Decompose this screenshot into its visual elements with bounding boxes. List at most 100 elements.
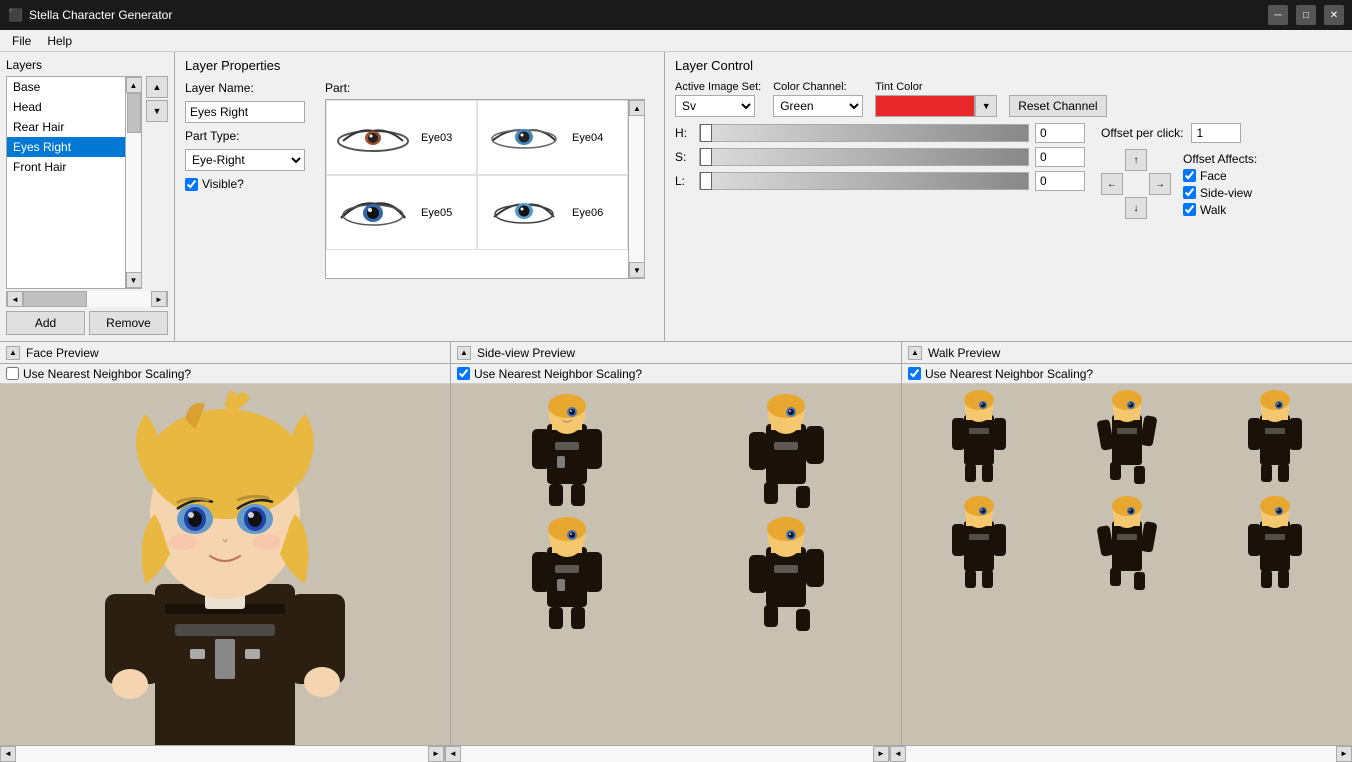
visible-label: Visible? (202, 177, 244, 191)
part-eye05-label: Eye05 (421, 207, 452, 219)
menu-file[interactable]: File (4, 32, 39, 50)
face-preview-scroll-up[interactable]: ▲ (6, 346, 20, 360)
side-sprite-4 (746, 517, 826, 632)
part-eye06[interactable]: Eye06 (477, 175, 628, 250)
layers-move-buttons: ▲ ▼ (146, 76, 168, 289)
part-eye05[interactable]: Eye05 (326, 175, 477, 250)
part-eye03-label: Eye03 (421, 132, 452, 144)
face-hscroll-right[interactable]: ► (428, 746, 444, 762)
affects-walk-checkbox[interactable] (1183, 203, 1196, 216)
layer-item-base[interactable]: Base (7, 77, 125, 97)
layers-hscroll-thumb[interactable] (23, 291, 87, 307)
side-sprite-2 (746, 394, 826, 509)
affects-sideview-row: Side-view (1183, 186, 1257, 200)
affects-walk-row: Walk (1183, 203, 1257, 217)
active-image-set-label: Active Image Set: (675, 81, 761, 93)
tint-color-box[interactable] (875, 95, 975, 117)
nav-right-button[interactable]: → (1149, 173, 1171, 195)
control-top-row: Active Image Set: Sv Face Walk Color Cha… (675, 81, 1342, 117)
tint-color-label: Tint Color (875, 81, 997, 93)
layer-item-front-hair[interactable]: Front Hair (7, 157, 125, 177)
add-layer-button[interactable]: Add (6, 311, 85, 335)
walk-hscroll-track (906, 746, 1336, 762)
minimize-button[interactable]: ─ (1268, 5, 1288, 25)
parts-scroll-up[interactable]: ▲ (629, 100, 645, 116)
remove-layer-button[interactable]: Remove (89, 311, 168, 335)
walk-hscroll-right[interactable]: ► (1336, 746, 1352, 762)
offset-input[interactable] (1191, 123, 1241, 143)
l-slider[interactable] (699, 172, 1029, 190)
walk-nn-checkbox[interactable] (908, 367, 921, 380)
h-slider[interactable] (699, 124, 1029, 142)
side-preview-section: ▲ Side-view Preview Use Nearest Neighbor… (451, 342, 902, 745)
layer-name-input-row (185, 101, 305, 123)
side-hscroll-left[interactable]: ◄ (445, 746, 461, 762)
side-hscroll: ◄ ► (445, 745, 890, 761)
layers-hscroll-right[interactable]: ► (151, 291, 167, 307)
face-preview-header-left: ▲ Face Preview (6, 346, 99, 360)
nav-left-button[interactable]: ← (1101, 173, 1123, 195)
layer-move-down[interactable]: ▼ (146, 100, 168, 122)
parts-scroll-down[interactable]: ▼ (629, 262, 645, 278)
face-hscroll-left[interactable]: ◄ (0, 746, 16, 762)
side-hscroll-track (461, 746, 873, 762)
walk-preview-section: ▲ Walk Preview Use Nearest Neighbor Scal… (902, 342, 1352, 745)
color-channel-label: Color Channel: (773, 81, 863, 93)
side-sprite-3 (527, 517, 607, 632)
l-value[interactable] (1035, 171, 1085, 191)
side-hscroll-right[interactable]: ► (873, 746, 889, 762)
layer-item-rear-hair[interactable]: Rear Hair (7, 117, 125, 137)
layers-hscroll-left[interactable]: ◄ (7, 291, 23, 307)
walk-sprite-3 (1245, 390, 1305, 490)
affects-face-checkbox[interactable] (1183, 169, 1196, 182)
nav-up-button[interactable]: ↑ (1125, 149, 1147, 171)
layer-move-up[interactable]: ▲ (146, 76, 168, 98)
menu-help[interactable]: Help (39, 32, 80, 50)
face-nn-row: Use Nearest Neighbor Scaling? (0, 364, 450, 384)
affects-walk-label: Walk (1200, 203, 1226, 217)
tint-dropdown-button[interactable]: ▼ (975, 95, 997, 117)
part-eye04[interactable]: Eye04 (477, 100, 628, 175)
walk-hscroll-left[interactable]: ◄ (890, 746, 906, 762)
s-slider[interactable] (699, 148, 1029, 166)
hsl-section: H: S: L: (675, 123, 1085, 219)
parts-grid: Eye03 (326, 100, 644, 250)
part-eye06-img (484, 193, 564, 233)
layers-scroll-thumb[interactable] (127, 93, 141, 133)
s-value[interactable] (1035, 147, 1085, 167)
layer-item-eyes-right[interactable]: Eyes Right (7, 137, 125, 157)
h-value[interactable] (1035, 123, 1085, 143)
visible-checkbox[interactable] (185, 178, 198, 191)
nav-down-button[interactable]: ↓ (1125, 197, 1147, 219)
walk-nn-row: Use Nearest Neighbor Scaling? (902, 364, 1352, 384)
affects-face-label: Face (1200, 169, 1227, 183)
affects-sideview-checkbox[interactable] (1183, 186, 1196, 199)
active-image-set-select[interactable]: Sv Face Walk (675, 95, 755, 117)
tint-color-group: Tint Color ▼ (875, 81, 997, 117)
side-nn-checkbox[interactable] (457, 367, 470, 380)
layer-control-title: Layer Control (675, 58, 1342, 73)
reset-channel-button[interactable]: Reset Channel (1009, 95, 1106, 117)
maximize-button[interactable]: □ (1296, 5, 1316, 25)
layer-name-label: Layer Name: (185, 81, 265, 95)
color-channel-select[interactable]: Green Red Blue (773, 95, 863, 117)
side-preview-scroll-up[interactable]: ▲ (457, 346, 471, 360)
layer-item-head[interactable]: Head (7, 97, 125, 117)
side-nn-row: Use Nearest Neighbor Scaling? (451, 364, 901, 384)
layer-name-input[interactable] (185, 101, 305, 123)
hsl-nav-row: H: S: L: (675, 123, 1342, 219)
l-label: L: (675, 174, 693, 188)
side-preview-title: Side-view Preview (477, 346, 575, 360)
layers-hscroll-track (23, 291, 151, 307)
layers-scroll-down[interactable]: ▼ (126, 272, 142, 288)
walk-preview-scroll-up[interactable]: ▲ (908, 346, 922, 360)
titlebar: ⬛ Stella Character Generator ─ □ ✕ (0, 0, 1352, 30)
color-channel-group: Color Channel: Green Red Blue (773, 81, 863, 117)
part-eye03[interactable]: Eye03 (326, 100, 477, 175)
layers-scroll-up[interactable]: ▲ (126, 77, 142, 93)
part-type-select[interactable]: Eye-Right Eye-Left (185, 149, 305, 171)
part-eye03-img (333, 118, 413, 158)
layer-name-row: Layer Name: (185, 81, 305, 95)
face-nn-checkbox[interactable] (6, 367, 19, 380)
close-button[interactable]: ✕ (1324, 5, 1344, 25)
